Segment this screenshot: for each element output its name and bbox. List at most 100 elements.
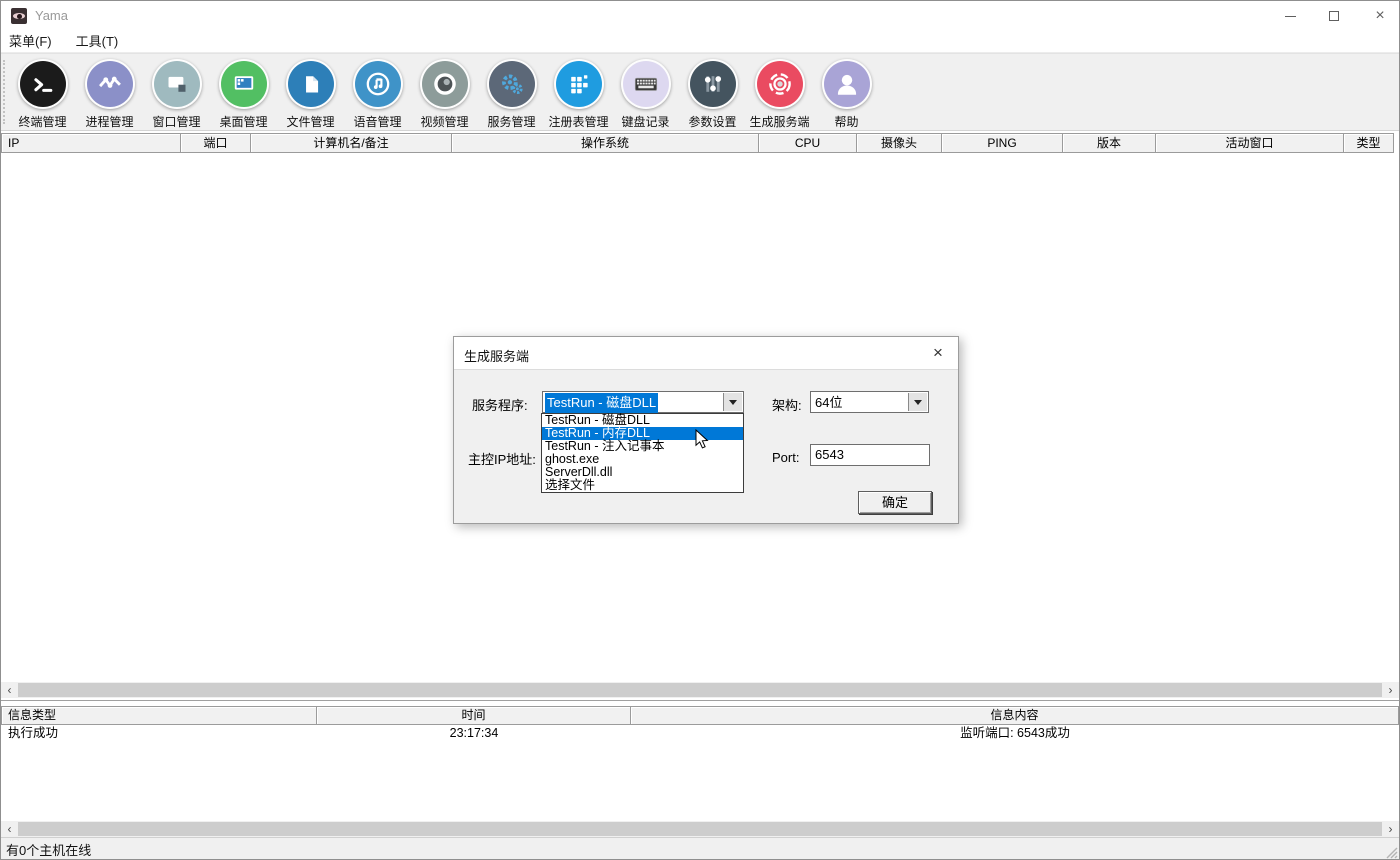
title-bar: Yama × <box>1 1 1399 31</box>
status-bar: 有0个主机在线 <box>1 837 1399 860</box>
status-text: 有0个主机在线 <box>1 840 91 859</box>
toolbar-button-7[interactable]: 服务管理 <box>478 54 545 130</box>
scroll-right-icon[interactable]: › <box>1382 682 1399 698</box>
video-icon <box>420 59 470 109</box>
registry-icon <box>554 59 604 109</box>
maximize-button[interactable] <box>1311 1 1357 31</box>
toolbar-button-2[interactable]: 窗口管理 <box>143 54 210 130</box>
toolbar-gripper <box>3 60 6 124</box>
scrollbar-thumb[interactable] <box>18 822 1382 836</box>
host-column-header-4[interactable]: CPU <box>759 133 857 153</box>
host-column-header-6[interactable]: PING <box>942 133 1063 153</box>
host-table-header: IP端口计算机名/备注操作系统CPU摄像头PING版本活动窗口类型 <box>1 133 1399 153</box>
dropdown-item-5[interactable]: 选择文件 <box>542 479 743 492</box>
audio-icon <box>353 59 403 109</box>
host-column-header-0[interactable]: IP <box>1 133 181 153</box>
toolbar-button-11[interactable]: 生成服务端 <box>746 54 813 130</box>
scroll-left-icon[interactable]: ‹ <box>1 682 18 698</box>
app-window: Yama × 菜单(F)工具(T) 终端管理 进程管理 窗口管理桌面管理文件管理语音… <box>0 0 1400 860</box>
toolbar-button-12[interactable]: 帮助 <box>813 54 880 130</box>
app-icon <box>11 8 27 24</box>
help-icon <box>822 59 872 109</box>
toolbar-button-label: 键盘记录 <box>621 113 669 130</box>
menu-item-menu[interactable]: 菜单(F) <box>1 31 64 53</box>
host-column-header-3[interactable]: 操作系统 <box>452 133 759 153</box>
desktop-icon <box>219 59 269 109</box>
toolbar-button-label: 进程管理 <box>85 113 133 130</box>
toolbar-button-8[interactable]: 注册表管理 <box>545 54 612 130</box>
services-icon <box>487 59 537 109</box>
toolbar-button-0[interactable]: 终端管理 <box>9 54 76 130</box>
keylogger-icon <box>621 59 671 109</box>
architecture-combobox[interactable]: 64位 <box>810 391 929 413</box>
toolbar-button-5[interactable]: 语音管理 <box>344 54 411 130</box>
dialog-title: 生成服务端 <box>464 346 529 365</box>
host-column-header-1[interactable]: 端口 <box>181 133 251 153</box>
host-list-hscrollbar[interactable]: ‹ › <box>1 682 1399 698</box>
file-icon <box>286 59 336 109</box>
message-list-area[interactable]: 执行成功23:17:34监听端口: 6543成功 <box>1 725 1399 821</box>
toolbar-button-label: 终端管理 <box>18 113 66 130</box>
window-title: Yama <box>35 8 68 23</box>
message-cell: 执行成功 <box>1 725 317 742</box>
toolbar-button-label: 服务管理 <box>487 113 535 130</box>
host-header-filler <box>1394 133 1399 153</box>
toolbar-button-6[interactable]: 视频管理 <box>411 54 478 130</box>
host-column-header-7[interactable]: 版本 <box>1063 133 1156 153</box>
build-server-icon <box>755 59 805 109</box>
settings-icon <box>688 59 738 109</box>
resize-grip[interactable] <box>1385 846 1398 859</box>
chevron-down-icon[interactable] <box>908 393 927 411</box>
minimize-button[interactable] <box>1267 1 1313 31</box>
close-icon: × <box>933 343 943 363</box>
master-ip-label: 主控IP地址: <box>468 449 536 468</box>
message-row[interactable]: 执行成功23:17:34监听端口: 6543成功 <box>1 725 1399 742</box>
dialog-title-bar[interactable]: 生成服务端 × <box>454 337 958 370</box>
toolbar-button-1[interactable]: 进程管理 <box>76 54 143 130</box>
toolbar-button-10[interactable]: 参数设置 <box>679 54 746 130</box>
ok-button[interactable]: 确定 <box>858 491 932 514</box>
chevron-down-icon[interactable] <box>723 393 742 411</box>
scrollbar-thumb[interactable] <box>18 683 1382 697</box>
port-input[interactable]: 6543 <box>810 444 930 466</box>
host-column-header-8[interactable]: 活动窗口 <box>1156 133 1344 153</box>
toolbar-button-label: 语音管理 <box>353 113 401 130</box>
message-cell: 23:17:34 <box>317 725 631 742</box>
menu-item-tools[interactable]: 工具(T) <box>64 31 131 53</box>
message-list-hscrollbar[interactable]: ‹ › <box>1 821 1399 837</box>
message-column-header-1[interactable]: 时间 <box>317 706 631 725</box>
message-cell: 监听端口: 6543成功 <box>631 725 1399 742</box>
port-label: Port: <box>772 450 799 465</box>
host-column-header-9[interactable]: 类型 <box>1344 133 1394 153</box>
toolbar: 终端管理 进程管理 窗口管理桌面管理文件管理语音管理 视频管理 服务管理注册表管理键盘记… <box>1 53 1399 131</box>
dialog-close-button[interactable]: × <box>924 341 952 365</box>
panel-splitter[interactable] <box>1 700 1399 701</box>
service-program-label: 服务程序: <box>472 395 528 414</box>
close-button[interactable]: × <box>1357 1 1400 31</box>
toolbar-button-9[interactable]: 键盘记录 <box>612 54 679 130</box>
service-program-combobox[interactable]: TestRun - 磁盘DLL <box>542 391 744 413</box>
architecture-label: 架构: <box>772 395 802 414</box>
toolbar-button-label: 窗口管理 <box>152 113 200 130</box>
service-program-dropdown-list: TestRun - 磁盘DLLTestRun - 内存DLLTestRun - … <box>541 413 744 493</box>
toolbar-button-3[interactable]: 桌面管理 <box>210 54 277 130</box>
mouse-cursor <box>695 429 711 451</box>
toolbar-button-label: 参数设置 <box>688 113 736 130</box>
process-icon <box>85 59 135 109</box>
toolbar-button-label: 视频管理 <box>420 113 468 130</box>
service-program-value: TestRun - 磁盘DLL <box>545 393 658 413</box>
message-table-header: 信息类型时间信息内容 <box>1 706 1399 725</box>
architecture-value: 64位 <box>813 393 844 413</box>
toolbar-button-4[interactable]: 文件管理 <box>277 54 344 130</box>
menu-bar: 菜单(F)工具(T) <box>1 31 1399 53</box>
host-column-header-2[interactable]: 计算机名/备注 <box>251 133 452 153</box>
window-icon <box>152 59 202 109</box>
scroll-right-icon[interactable]: › <box>1382 821 1399 837</box>
terminal-icon <box>18 59 68 109</box>
toolbar-button-label: 帮助 <box>834 113 858 130</box>
message-column-header-0[interactable]: 信息类型 <box>1 706 317 725</box>
scroll-left-icon[interactable]: ‹ <box>1 821 18 837</box>
toolbar-button-label: 注册表管理 <box>548 113 608 130</box>
host-column-header-5[interactable]: 摄像头 <box>857 133 942 153</box>
message-column-header-2[interactable]: 信息内容 <box>631 706 1399 725</box>
